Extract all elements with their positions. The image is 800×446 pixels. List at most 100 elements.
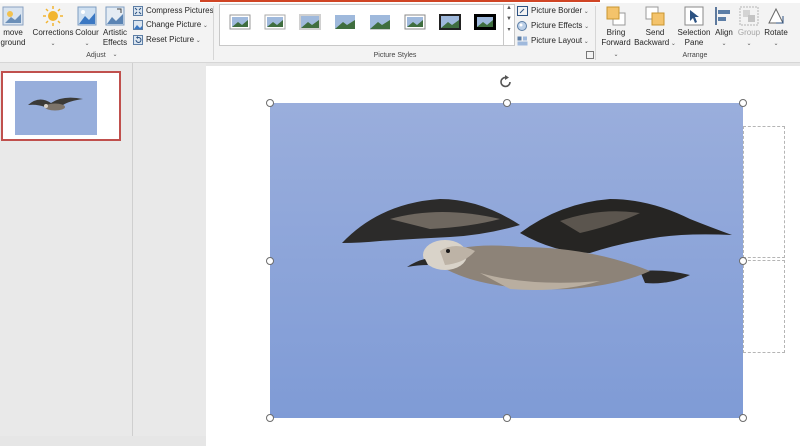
send-backward-button[interactable]: Send Backward ⌄ [634, 6, 676, 49]
compress-pictures-label: Compress Pictures [146, 6, 214, 15]
send-backward-label-2: Backward [634, 37, 670, 47]
resize-handle-se[interactable] [739, 414, 747, 422]
reset-picture-icon [133, 34, 143, 45]
rotate-handle-icon[interactable] [498, 74, 514, 90]
seagull-photo [270, 103, 743, 418]
adjust-group-label: Adjust [86, 52, 106, 59]
resize-handle-w[interactable] [266, 257, 274, 265]
gallery-down-icon[interactable]: ▼ [504, 16, 514, 22]
ribbon-accent-bar [200, 0, 600, 2]
resize-handle-nw[interactable] [266, 99, 274, 107]
gallery-more-icon[interactable]: ▾ [504, 26, 514, 33]
slide-thumbnail-pane[interactable] [0, 63, 133, 436]
picture-styles-group-label: Picture Styles [373, 52, 417, 59]
picture-style-7[interactable] [439, 14, 461, 30]
bring-forward-button[interactable]: Bring Forward ⌄ [598, 6, 634, 61]
picture-border-button[interactable]: Picture Border ⌄ [517, 5, 589, 17]
send-backward-chevron-icon: ⌄ [669, 40, 676, 47]
ribbon-separator [213, 6, 214, 60]
align-icon [715, 7, 730, 25]
selection-pane-label-2: Pane [684, 37, 704, 47]
text-placeholder-top[interactable] [743, 126, 785, 258]
slide-thumbnail-image [3, 73, 119, 139]
remove-background-label-1: move [3, 28, 23, 37]
picture-border-label: Picture Border [531, 6, 583, 15]
rotate-button[interactable]: Rotate ⌄ [762, 6, 790, 49]
slide-thumbnail-1[interactable] [1, 71, 121, 141]
gallery-scroll[interactable]: ▲ ▼ ▾ [503, 5, 514, 45]
remove-background-label-2: ground [0, 37, 26, 47]
remove-background-icon [2, 6, 24, 26]
picture-border-icon [517, 5, 528, 16]
picture-layout-button[interactable]: Picture Layout ⌄ [517, 35, 589, 47]
picture-effects-chevron-icon: ⌄ [582, 24, 590, 30]
bring-forward-label-2: Forward [601, 37, 631, 47]
picture-style-2[interactable] [264, 14, 286, 30]
compress-pictures-button[interactable]: Compress Pictures [133, 5, 214, 17]
reset-picture-chevron-icon: ⌄ [194, 38, 201, 44]
arrange-group-label: Arrange [682, 52, 708, 59]
ribbon-separator [595, 6, 596, 60]
picture-border-chevron-icon: ⌄ [582, 9, 589, 15]
picture-layout-icon [517, 36, 528, 46]
resize-handle-sw[interactable] [266, 414, 274, 422]
reset-picture-label: Reset Picture [146, 35, 195, 44]
picture-layout-chevron-icon: ⌄ [582, 39, 589, 45]
group-icon [739, 6, 759, 26]
group-chevron-icon: ⌄ [746, 40, 752, 47]
colour-chevron-down-icon: ⌄ [84, 40, 90, 47]
align-label: Align [715, 28, 733, 37]
bring-forward-label-1: Bring [606, 28, 626, 37]
change-picture-chevron-icon: ⌄ [201, 23, 208, 29]
artistic-effects-label-1: Artistic [103, 28, 127, 37]
resize-handle-e[interactable] [739, 257, 747, 265]
colour-icon [77, 6, 97, 26]
text-placeholder-bottom[interactable] [743, 260, 785, 353]
rotate-label: Rotate [764, 28, 788, 37]
picture-styles-dialog-launcher-icon[interactable] [586, 51, 594, 59]
picture-style-1[interactable] [229, 14, 251, 30]
corrections-label: Corrections [32, 28, 74, 37]
remove-background-button[interactable]: move ground [0, 6, 28, 47]
resize-handle-n[interactable] [503, 99, 511, 107]
corrections-sun-icon [43, 6, 63, 26]
send-backward-icon [645, 6, 665, 26]
resize-handle-s[interactable] [503, 414, 511, 422]
editor-gutter [133, 63, 206, 436]
picture-style-8[interactable] [474, 14, 496, 30]
change-picture-label: Change Picture [146, 20, 202, 29]
align-button[interactable]: Align ⌄ [712, 6, 736, 49]
ribbon: move ground Corrections ⌄ Colour ⌄ Artis… [0, 0, 800, 63]
bring-forward-chevron-icon: ⌄ [613, 52, 619, 58]
picture-style-5[interactable] [369, 14, 391, 30]
change-picture-icon [133, 19, 143, 30]
reset-picture-button[interactable]: Reset Picture ⌄ [133, 34, 201, 46]
selection-pane-icon [684, 6, 704, 26]
selected-picture[interactable] [266, 75, 747, 422]
selection-pane-button[interactable]: Selection Pane [676, 6, 712, 47]
group-button[interactable]: Group ⌄ [736, 6, 762, 49]
picture-style-6[interactable] [404, 14, 426, 30]
compress-pictures-icon [133, 5, 143, 16]
picture-effects-label: Picture Effects [531, 21, 583, 30]
colour-button[interactable]: Colour ⌄ [74, 6, 100, 49]
rotate-icon [768, 7, 784, 24]
picture-effects-button[interactable]: Picture Effects ⌄ [517, 20, 589, 32]
corrections-button[interactable]: Corrections ⌄ [32, 6, 74, 49]
ribbon-top-strip [0, 0, 800, 3]
rotate-chevron-icon: ⌄ [773, 40, 779, 47]
picture-layout-label: Picture Layout [531, 36, 583, 45]
artistic-effects-label-2: Effects [102, 37, 128, 47]
picture-effects-icon [517, 20, 527, 31]
picture-style-3[interactable] [299, 14, 321, 30]
change-picture-button[interactable]: Change Picture ⌄ [133, 19, 208, 31]
bring-forward-icon [606, 6, 626, 26]
resize-handle-ne[interactable] [739, 99, 747, 107]
align-chevron-icon: ⌄ [721, 40, 727, 47]
group-label: Group [737, 28, 761, 37]
picture-style-4[interactable] [334, 14, 356, 30]
colour-label: Colour [75, 28, 99, 37]
gallery-up-icon[interactable]: ▲ [504, 5, 514, 11]
picture-styles-gallery[interactable]: ▲ ▼ ▾ [219, 4, 515, 46]
selection-pane-label-1: Selection [677, 28, 711, 37]
